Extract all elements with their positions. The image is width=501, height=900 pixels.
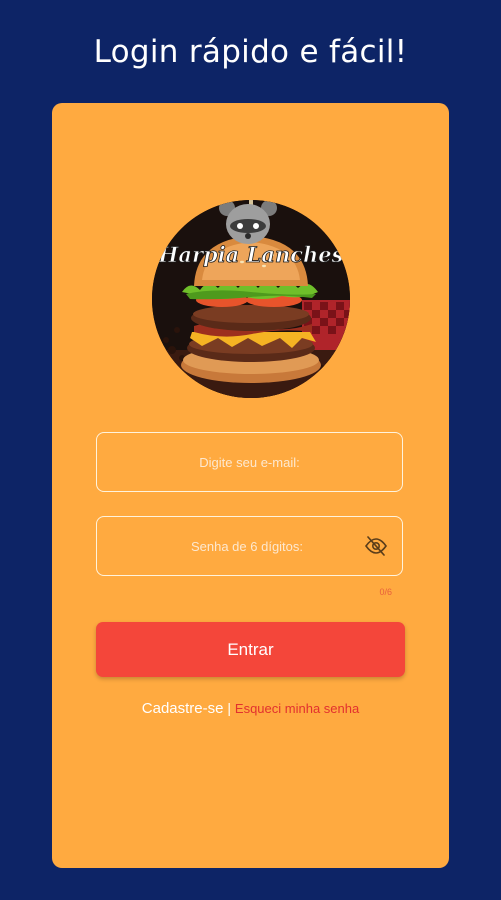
email-input[interactable] (97, 433, 402, 491)
register-link[interactable]: Cadastre-se (142, 700, 224, 717)
page-title: Login rápido e fácil! (93, 34, 408, 70)
auth-links: Cadastre-se | Esqueci minha senha (52, 700, 449, 717)
enter-button[interactable]: Entrar (96, 622, 405, 677)
email-field[interactable] (96, 432, 403, 492)
eye-off-icon[interactable] (364, 534, 388, 558)
password-field[interactable] (96, 516, 403, 576)
login-card: Harpia Lanches 0/6 Entrar Cadastre-se | … (52, 103, 449, 868)
brand-name-text: Harpia Lanches (158, 242, 344, 267)
burger-logo-image: Harpia Lanches (152, 200, 350, 398)
link-separator: | (223, 700, 235, 716)
forgot-password-link[interactable]: Esqueci minha senha (235, 701, 359, 716)
brand-logo: Harpia Lanches (152, 200, 350, 398)
password-char-counter: 0/6 (379, 587, 392, 597)
password-input[interactable] (97, 517, 377, 575)
